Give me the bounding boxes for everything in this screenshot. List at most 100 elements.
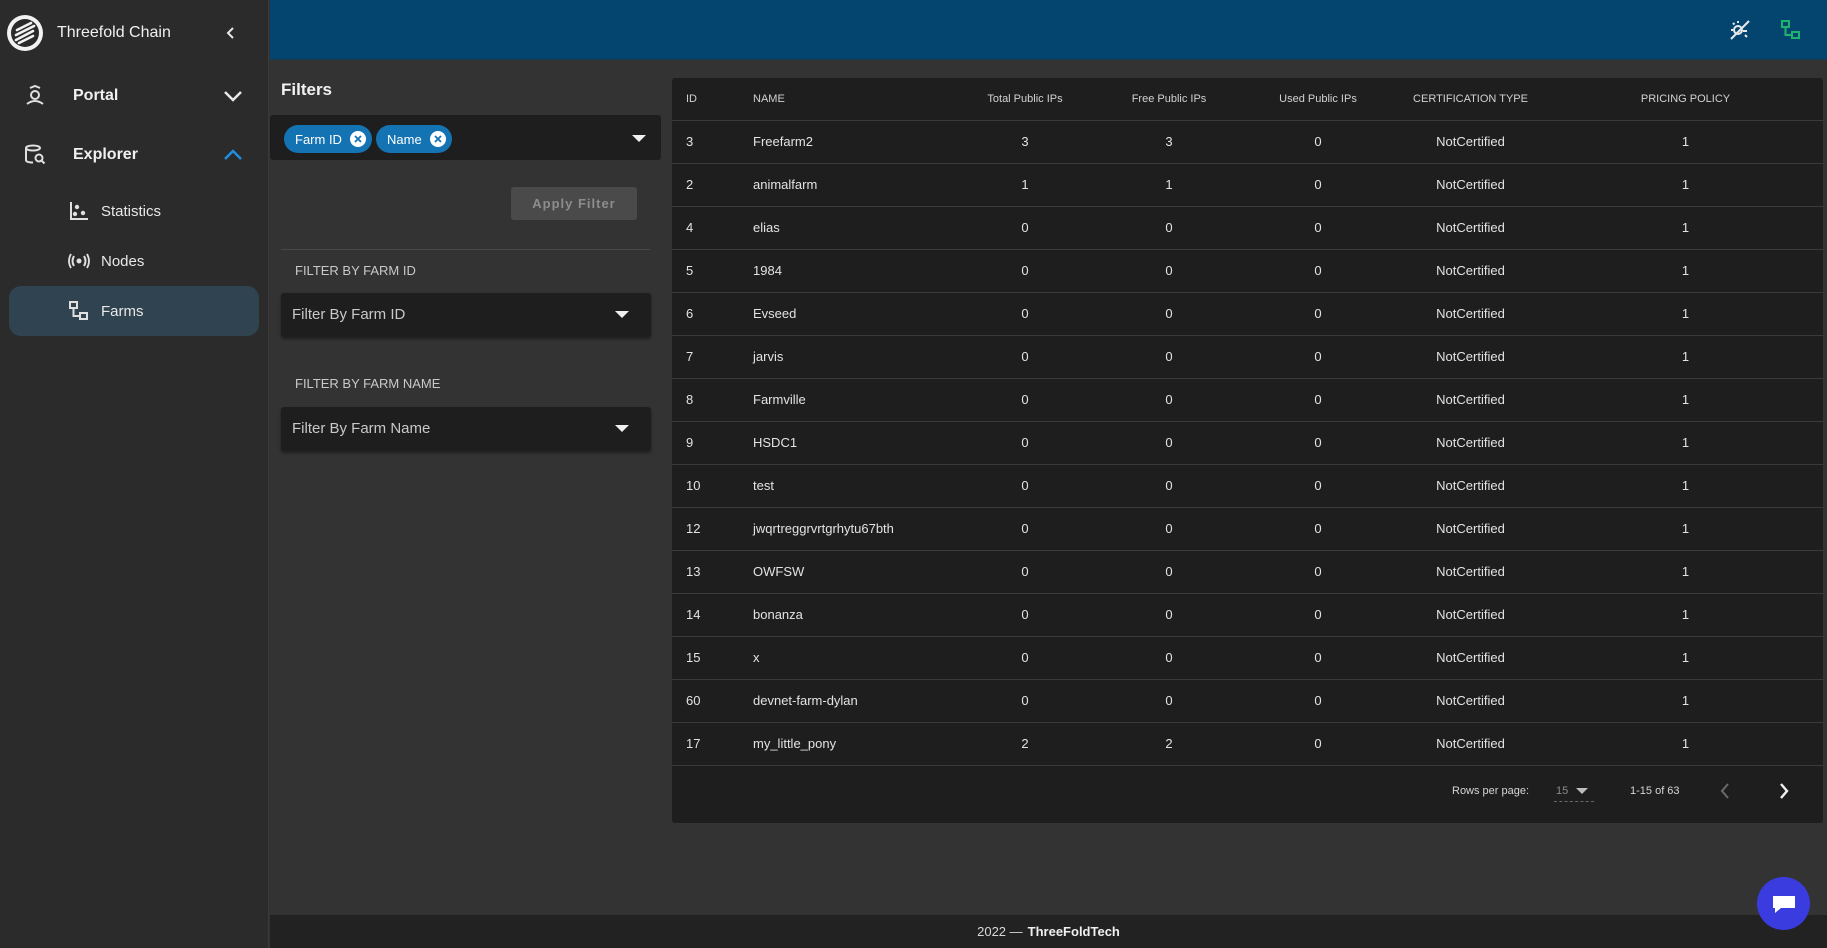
cell-certification: NotCertified	[1393, 593, 1548, 637]
sidebar-item-nodes[interactable]: Nodes	[9, 236, 259, 286]
cell-used-ips: 0	[1243, 636, 1393, 680]
table-row[interactable]: 13 OWFSW 0 0 0 NotCertified 1	[672, 550, 1823, 594]
filter-chips-select[interactable]: Farm ID Name	[270, 115, 661, 160]
dropdown-arrow-icon[interactable]	[1576, 788, 1588, 794]
cell-certification: NotCertified	[1393, 550, 1548, 594]
previous-page-button[interactable]	[1710, 776, 1740, 806]
table-row[interactable]: 17 my_little_pony 2 2 0 NotCertified 1	[672, 722, 1823, 766]
collapse-sidebar-button[interactable]	[216, 18, 246, 48]
cell-pricing-policy: 1	[1548, 249, 1823, 293]
chevron-down-icon[interactable]	[218, 81, 248, 111]
cell-certification: NotCertified	[1393, 378, 1548, 422]
cell-used-ips: 0	[1243, 550, 1393, 594]
cell-name: jarvis	[745, 335, 955, 379]
cell-total-ips: 0	[955, 421, 1095, 465]
chat-icon	[1772, 895, 1795, 913]
table-row[interactable]: 7 jarvis 0 0 0 NotCertified 1	[672, 335, 1823, 379]
cell-certification: NotCertified	[1393, 722, 1548, 766]
cell-total-ips: 0	[955, 679, 1095, 723]
cell-free-ips: 0	[1095, 378, 1243, 422]
cell-name: my_little_pony	[745, 722, 955, 766]
dropdown-arrow-icon[interactable]	[615, 425, 629, 432]
cell-id: 5	[672, 249, 745, 293]
filters-panel: Filters Farm ID Name Apply Filter FILTER…	[270, 60, 670, 915]
farms-table: ID NAME Total Public IPs Free Public IPs…	[672, 78, 1823, 766]
table-row[interactable]: 9 HSDC1 0 0 0 NotCertified 1	[672, 421, 1823, 465]
column-header-pricing-policy[interactable]: PRICING POLICY	[1548, 78, 1823, 121]
cell-certification: NotCertified	[1393, 292, 1548, 336]
chat-button[interactable]	[1757, 877, 1810, 930]
table-row[interactable]: 12 jwqrtreggrvrtgrhytu67bth 0 0 0 NotCertifie…	[672, 507, 1823, 551]
column-header-id[interactable]: ID	[672, 78, 745, 121]
cell-name: devnet-farm-dylan	[745, 679, 955, 723]
nav-group-portal[interactable]: Portal	[0, 66, 268, 125]
table-row[interactable]: 5 1984 0 0 0 NotCertified 1	[672, 249, 1823, 293]
cell-pricing-policy: 1	[1548, 593, 1823, 637]
cell-pricing-policy: 1	[1548, 206, 1823, 250]
cell-name: 1984	[745, 249, 955, 293]
cell-id: 2	[672, 163, 745, 207]
cell-pricing-policy: 1	[1548, 335, 1823, 379]
cell-used-ips: 0	[1243, 292, 1393, 336]
cell-free-ips: 0	[1095, 593, 1243, 637]
nav-group-explorer[interactable]: Explorer	[0, 125, 268, 184]
apply-filter-button[interactable]: Apply Filter	[511, 187, 637, 220]
nav-group-label: Portal	[73, 86, 119, 104]
cell-free-ips: 0	[1095, 679, 1243, 723]
table-row[interactable]: 4 elias 0 0 0 NotCertified 1	[672, 206, 1823, 250]
column-header-certification-type[interactable]: CERTIFICATION TYPE	[1393, 78, 1548, 121]
column-header-name[interactable]: NAME	[745, 78, 955, 121]
nodes-icon	[67, 249, 91, 273]
cell-name: HSDC1	[745, 421, 955, 465]
cell-certification: NotCertified	[1393, 464, 1548, 508]
cell-id: 14	[672, 593, 745, 637]
table-row[interactable]: 6 Evseed 0 0 0 NotCertified 1	[672, 292, 1823, 336]
chip-remove-icon[interactable]	[349, 131, 366, 147]
table-row[interactable]: 10 test 0 0 0 NotCertified 1	[672, 464, 1823, 508]
table-row[interactable]: 3 Freefarm2 3 3 0 NotCertified 1	[672, 120, 1823, 164]
chevron-up-icon[interactable]	[218, 140, 248, 170]
brand: Threefold Chain	[0, 0, 268, 66]
dropdown-arrow-icon[interactable]	[632, 135, 646, 142]
cell-free-ips: 0	[1095, 550, 1243, 594]
column-header-total-public-ips[interactable]: Total Public IPs	[955, 78, 1095, 121]
cell-name: Farmville	[745, 378, 955, 422]
cell-used-ips: 0	[1243, 507, 1393, 551]
cell-id: 17	[672, 722, 745, 766]
cell-used-ips: 0	[1243, 421, 1393, 465]
table-row[interactable]: 15 x 0 0 0 NotCertified 1	[672, 636, 1823, 680]
cell-total-ips: 2	[955, 722, 1095, 766]
chip-label: Name	[387, 131, 422, 147]
column-header-used-public-ips[interactable]: Used Public IPs	[1243, 78, 1393, 121]
sidebar-item-farms[interactable]: Farms	[9, 286, 259, 336]
cell-total-ips: 0	[955, 636, 1095, 680]
rows-per-page-value: 15	[1556, 785, 1569, 797]
table-row[interactable]: 2 animalfarm 1 1 0 NotCertified 1	[672, 163, 1823, 207]
filter-farm-id-select[interactable]: Filter By Farm ID	[281, 293, 651, 337]
filter-farm-name-label: FILTER BY FARM NAME	[295, 376, 441, 391]
sidebar-item-label: Nodes	[101, 252, 145, 270]
connection-status-icon[interactable]	[1777, 16, 1805, 44]
chip-farm-id[interactable]: Farm ID	[284, 125, 372, 153]
column-header-free-public-ips[interactable]: Free Public IPs	[1095, 78, 1243, 121]
dropdown-arrow-icon[interactable]	[615, 311, 629, 318]
theme-toggle-icon[interactable]	[1726, 16, 1754, 44]
chip-name[interactable]: Name	[376, 125, 452, 153]
table-row[interactable]: 60 devnet-farm-dylan 0 0 0 NotCertified 1	[672, 679, 1823, 723]
sidebar-item-statistics[interactable]: Statistics	[9, 186, 259, 236]
table-row[interactable]: 14 bonanza 0 0 0 NotCertified 1	[672, 593, 1823, 637]
cell-pricing-policy: 1	[1548, 464, 1823, 508]
next-page-button[interactable]	[1769, 776, 1799, 806]
rows-per-page-select[interactable]: 15	[1554, 780, 1594, 802]
cell-free-ips: 0	[1095, 249, 1243, 293]
cell-free-ips: 1	[1095, 163, 1243, 207]
table-pagination: Rows per page: 15 1-15 of 63	[672, 771, 1823, 823]
filter-farm-name-select[interactable]: Filter By Farm Name	[281, 407, 651, 451]
cell-certification: NotCertified	[1393, 507, 1548, 551]
table-row[interactable]: 8 Farmville 0 0 0 NotCertified 1	[672, 378, 1823, 422]
rows-per-page-label: Rows per page:	[1452, 785, 1530, 797]
chip-remove-icon[interactable]	[429, 131, 446, 147]
threefold-logo[interactable]	[7, 15, 43, 51]
cell-used-ips: 0	[1243, 722, 1393, 766]
cell-pricing-policy: 1	[1548, 550, 1823, 594]
